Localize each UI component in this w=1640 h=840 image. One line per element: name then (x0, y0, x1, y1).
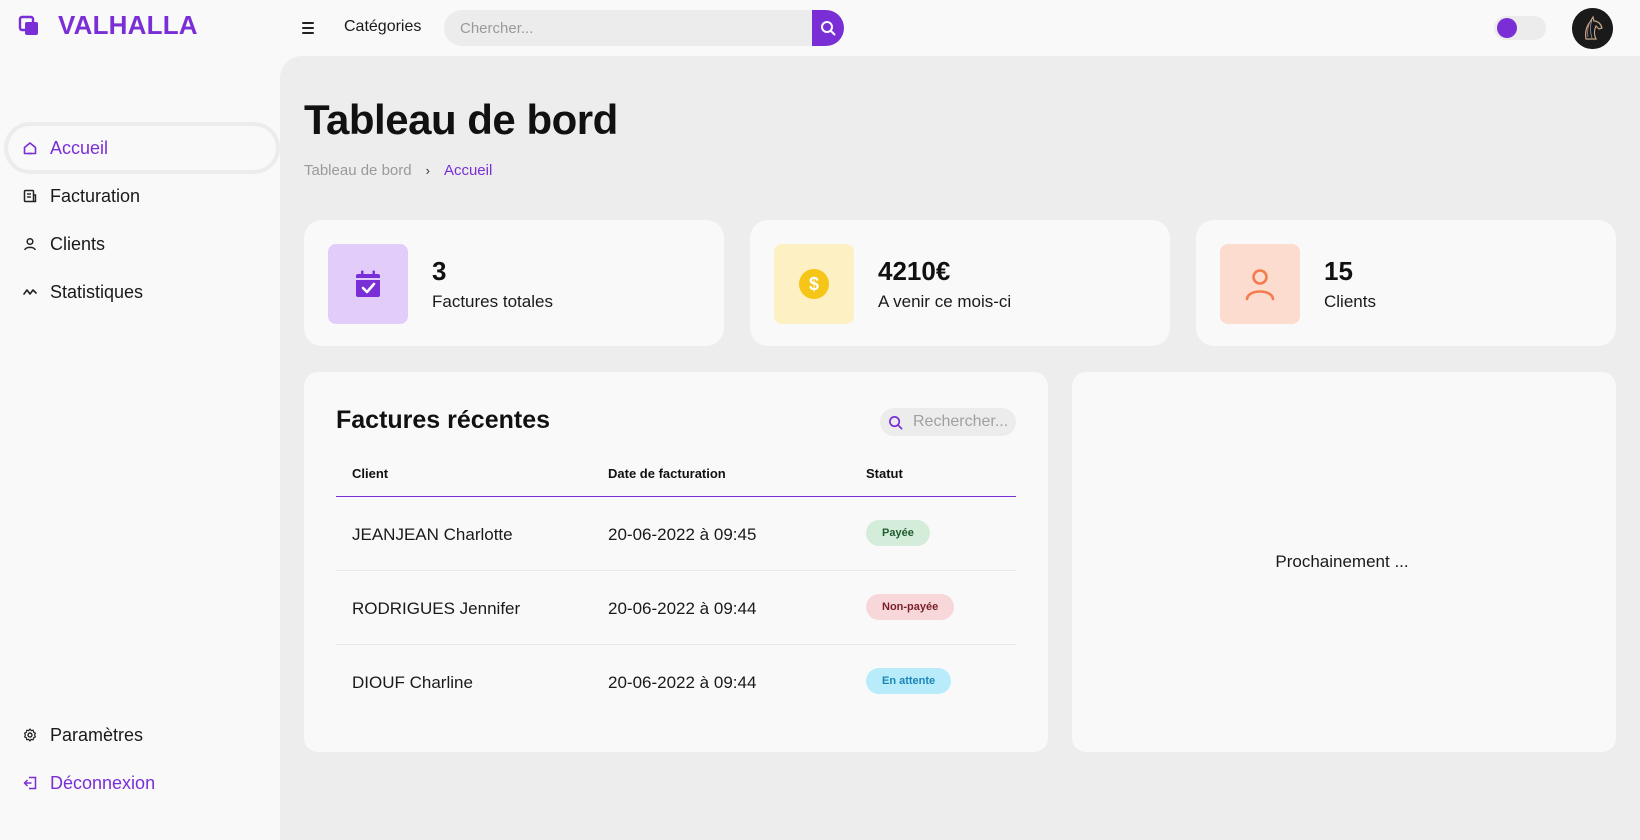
brand[interactable]: VALHALLA (18, 10, 198, 41)
table-row[interactable]: DIOUF Charline 20-06-2022 à 09:44 En att… (336, 645, 1016, 719)
stat-label: Clients (1324, 292, 1376, 311)
sidebar-item-label: Clients (50, 233, 106, 254)
date-cell: 20-06-2022 à 09:45 (608, 525, 757, 544)
status-badge: Payée (866, 520, 930, 546)
stat-icon-box: $ (774, 244, 854, 324)
search-button[interactable] (812, 10, 844, 46)
coming-soon-text: Prochainement ... (1275, 552, 1409, 571)
sidebar-item-parametres[interactable]: Paramètres (8, 713, 276, 757)
logout-icon (22, 775, 38, 791)
stat-card-clients: 15 Clients (1196, 220, 1616, 346)
home-icon (22, 140, 38, 156)
top-bar: VALHALLA Catégories (0, 0, 1640, 56)
breadcrumb: Tableau de bord › Accueil (304, 162, 492, 179)
stat-label: Factures totales (432, 292, 553, 311)
column-header-client[interactable]: Client (352, 466, 388, 481)
sidebar-item-label: Statistiques (50, 281, 144, 302)
status-badge: Non-payée (866, 594, 955, 620)
sidebar-item-clients[interactable]: Clients (8, 222, 276, 266)
theme-toggle[interactable] (1494, 16, 1546, 40)
logo-icon (18, 15, 40, 37)
gear-icon (22, 727, 38, 743)
stat-value: 3 (432, 256, 447, 286)
search-icon (889, 415, 903, 429)
panel-title: Factures récentes (336, 406, 551, 434)
global-search (444, 10, 844, 46)
stat-value: 4210€ (878, 256, 951, 286)
sidebar-item-label: Facturation (50, 185, 141, 206)
sidebar-item-accueil[interactable]: Accueil (8, 126, 276, 170)
dollar-coin-icon: $ (799, 269, 829, 299)
sidebar: Accueil Facturation Clients Statistiques… (0, 56, 280, 840)
client-cell: RODRIGUES Jennifer (352, 599, 521, 618)
date-cell: 20-06-2022 à 09:44 (608, 673, 757, 692)
sidebar-item-label: Paramètres (50, 724, 144, 745)
menu-icon[interactable] (302, 18, 320, 38)
table-row[interactable]: JEANJEAN Charlotte 20-06-2022 à 09:45 Pa… (336, 497, 1016, 571)
sidebar-item-deconnexion[interactable]: Déconnexion (8, 761, 276, 805)
invoice-icon (22, 188, 38, 204)
table-row[interactable]: RODRIGUES Jennifer 20-06-2022 à 09:44 No… (336, 571, 1016, 645)
status-badge: En attente (866, 668, 952, 694)
page-title: Tableau de bord (304, 96, 618, 143)
svg-text:$: $ (809, 274, 819, 294)
column-header-date[interactable]: Date de facturation (608, 466, 726, 481)
recent-invoices-panel: Factures récentes Client Date de factura… (304, 372, 1048, 752)
avatar[interactable] (1572, 8, 1613, 49)
main-content: Tableau de bord Tableau de bord › Accuei… (280, 56, 1640, 840)
column-header-status[interactable]: Statut (866, 466, 903, 481)
search-input[interactable] (444, 10, 812, 46)
stat-value: 15 (1324, 256, 1353, 286)
categories-button[interactable]: Catégories (344, 18, 421, 36)
client-cell: DIOUF Charline (352, 673, 473, 692)
brand-name: VALHALLA (58, 10, 198, 40)
chevron-right-icon: › (425, 163, 430, 178)
sidebar-item-label: Accueil (50, 137, 109, 158)
sidebar-item-facturation[interactable]: Facturation (8, 174, 276, 218)
toggle-knob (1497, 18, 1517, 38)
trend-icon (22, 284, 38, 300)
user-icon (1245, 269, 1275, 301)
stat-card-upcoming: $ 4210€ A venir ce mois-ci (750, 220, 1170, 346)
breadcrumb-parent[interactable]: Tableau de bord (304, 162, 412, 179)
stat-icon-box (328, 244, 408, 324)
search-icon (821, 21, 836, 36)
user-icon (22, 236, 38, 252)
stat-label: A venir ce mois-ci (878, 292, 1012, 311)
date-cell: 20-06-2022 à 09:44 (608, 599, 757, 618)
stat-icon-box (1220, 244, 1300, 324)
breadcrumb-current[interactable]: Accueil (444, 162, 492, 179)
table-search (880, 408, 1016, 436)
table-search-input[interactable] (913, 413, 1013, 431)
client-cell: JEANJEAN Charlotte (352, 525, 513, 544)
sidebar-item-statistiques[interactable]: Statistiques (8, 270, 276, 314)
calendar-check-icon (356, 270, 380, 297)
stat-card-invoices: 3 Factures totales (304, 220, 724, 346)
horse-avatar-icon (1572, 8, 1613, 49)
upcoming-panel: Prochainement ... (1072, 372, 1616, 752)
sidebar-item-label: Déconnexion (50, 772, 156, 793)
